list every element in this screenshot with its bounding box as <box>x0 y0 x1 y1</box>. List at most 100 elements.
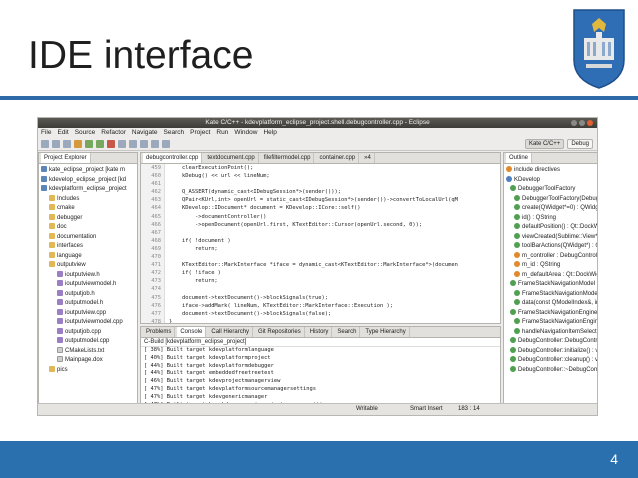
back-icon[interactable] <box>151 140 159 148</box>
menu-source[interactable]: Source <box>75 128 96 138</box>
tree-item[interactable]: outputjob.cpp <box>41 327 137 338</box>
perspective-debug-button[interactable]: Debug <box>567 139 593 149</box>
print-icon[interactable] <box>63 140 71 148</box>
tree-item[interactable]: doc <box>41 223 137 233</box>
code-line[interactable] <box>169 180 500 188</box>
tree-item[interactable]: ioutputviewmodel.cpp <box>41 318 137 328</box>
tab-container[interactable]: container.cpp <box>316 153 360 163</box>
outline-item[interactable]: DebugController::cleanup() : void <box>506 356 597 366</box>
tree-item[interactable]: ioutputviewmodel.h <box>41 280 137 290</box>
outline-item[interactable]: FrameStackNavigationEngine <box>506 308 597 319</box>
minimize-icon[interactable] <box>571 120 577 126</box>
menu-project[interactable]: Project <box>190 128 210 138</box>
tree-item[interactable]: outputjob.h <box>41 289 137 300</box>
tab-problems[interactable]: Problems <box>143 327 176 337</box>
outline-item[interactable]: create(QWidget*=0) : QWidget <box>506 204 597 214</box>
tab-filefiltermodel[interactable]: filefiltermodel.cpp <box>261 153 315 163</box>
outline-item[interactable]: data(const QModelIndex&, int= <box>506 299 597 309</box>
menu-file[interactable]: File <box>41 128 51 138</box>
code-line[interactable]: QPair<KUrl,int> openUrl = static_cast<ID… <box>169 196 500 204</box>
tree-item[interactable]: ioutputview.cpp <box>41 308 137 319</box>
code-line[interactable]: Q_ASSERT(dynamic_cast<IDebugSession*>(se… <box>169 188 500 196</box>
outline-item[interactable]: handleNavigationItemSelection <box>506 327 597 338</box>
tree-item[interactable]: outputmodel.cpp <box>41 337 137 347</box>
outline-item[interactable]: DebuggerToolFactory(DebugCo <box>506 194 597 205</box>
code-lines[interactable]: clearExecutionPoint(); kDebug() << url <… <box>165 164 500 323</box>
menu-edit[interactable]: Edit <box>57 128 68 138</box>
outline-item[interactable]: FrameStackNavigationModel <box>506 280 597 290</box>
tree-item[interactable]: CMakeLists.txt <box>41 346 137 357</box>
tree-item[interactable]: kate_eclipse_project [kate m <box>41 166 137 176</box>
code-line[interactable]: if( !iface ) <box>169 269 500 277</box>
menu-run[interactable]: Run <box>216 128 228 138</box>
code-line[interactable]: KTextEditor::MarkInterface *iface = dyna… <box>169 261 500 269</box>
menu-help[interactable]: Help <box>263 128 276 138</box>
outline-item[interactable]: m_defaultArea : Qt::DockWidge <box>506 270 597 281</box>
outline-item[interactable]: DebugController::initialize() : void <box>506 346 597 357</box>
tree-item[interactable]: documentation <box>41 232 137 243</box>
tab-outline[interactable]: Outline <box>506 153 533 163</box>
outline-item[interactable]: DebuggerToolFactory <box>506 185 597 195</box>
build-icon[interactable] <box>74 140 82 148</box>
save-icon[interactable] <box>52 140 60 148</box>
debug-icon[interactable] <box>85 140 93 148</box>
tree-item[interactable]: Mainpage.dox <box>41 356 137 366</box>
tab-call-hierarchy[interactable]: Call Hierarchy <box>208 327 254 337</box>
outline-item[interactable]: FrameStackNavigationEngine() <box>506 318 597 328</box>
tab-history[interactable]: History <box>307 327 333 337</box>
outline-item[interactable]: DebugController::~DebugControll <box>506 365 597 376</box>
tree-item[interactable]: outputmodel.h <box>41 299 137 309</box>
tab-debugcontroller[interactable]: debugcontroller.cpp <box>143 153 203 163</box>
code-line[interactable]: ->openDocument(openUrl.first, KTextEdito… <box>169 221 500 229</box>
code-line[interactable]: KDevelop::IDocument* document = KDevelop… <box>169 204 500 212</box>
tab-overflow[interactable]: »4 <box>361 153 375 163</box>
tree-item[interactable]: language <box>41 251 137 262</box>
perspective-kate-button[interactable]: Kate C/C++ <box>524 139 565 149</box>
maximize-icon[interactable] <box>579 120 585 126</box>
code-line[interactable]: if( !document ) <box>169 237 500 245</box>
code-line[interactable] <box>169 229 500 237</box>
new-icon[interactable] <box>41 140 49 148</box>
run-icon[interactable] <box>96 140 104 148</box>
code-line[interactable]: } <box>169 318 500 323</box>
code-line[interactable]: return; <box>169 277 500 285</box>
code-area[interactable]: 459 460 461 462 463 464 465 466 467 468 469 470 471 4… <box>141 164 500 323</box>
outline-item[interactable]: id() : QString <box>506 213 597 224</box>
tab-search[interactable]: Search <box>334 327 361 337</box>
tree-item[interactable]: pics <box>41 365 137 376</box>
tree-item[interactable]: kdevplatform_eclipse_project <box>41 185 137 195</box>
search-icon[interactable] <box>140 140 148 148</box>
close-icon[interactable] <box>587 120 593 126</box>
external-tools-icon[interactable] <box>107 140 115 148</box>
menu-search[interactable]: Search <box>164 128 185 138</box>
menu-navigate[interactable]: Navigate <box>132 128 158 138</box>
code-line[interactable]: iface->addMark( lineNum, KTextEditor::Ma… <box>169 302 500 310</box>
tree-item[interactable]: kdevelop_eclipse_project [kd <box>41 175 137 186</box>
tab-console[interactable]: Console <box>177 327 207 337</box>
code-line[interactable] <box>169 253 500 261</box>
outline-item[interactable]: m_controller : DebugController <box>506 251 597 262</box>
menu-window[interactable]: Window <box>234 128 257 138</box>
tab-textdocument[interactable]: textdocument.cpp <box>204 153 259 163</box>
code-line[interactable]: document->textDocument()->blockSignals(t… <box>169 294 500 302</box>
outline-item[interactable]: m_id : QString <box>506 261 597 271</box>
code-line[interactable]: document->textDocument()->blockSignals(f… <box>169 310 500 318</box>
outline-item[interactable]: include directives <box>506 166 597 176</box>
tree-item[interactable]: debugger <box>41 213 137 224</box>
tree-item[interactable]: cmake <box>41 204 137 214</box>
code-line[interactable]: return; <box>169 245 500 253</box>
forward-icon[interactable] <box>162 140 170 148</box>
code-line[interactable] <box>169 285 500 293</box>
code-line[interactable]: clearExecutionPoint(); <box>169 164 500 172</box>
tree-item[interactable]: ioutputview.h <box>41 270 137 281</box>
tree-item[interactable]: outputview <box>41 261 137 271</box>
outline-item[interactable]: defaultPosition() : Qt::DockWid <box>506 223 597 233</box>
tree-item[interactable]: Includes <box>41 194 137 205</box>
outline-item[interactable]: toolBarActions(QWidget*) : QLi <box>506 242 597 252</box>
tab-project-explorer[interactable]: Project Explorer <box>41 153 91 163</box>
menu-refactor[interactable]: Refactor <box>101 128 126 138</box>
tree-item[interactable]: interfaces <box>41 242 137 252</box>
outline-item[interactable]: viewCreated(Sublime::View*) : <box>506 232 597 243</box>
outline-item[interactable]: FrameStackNavigationModel(C <box>506 289 597 300</box>
console-output[interactable]: [ 38%] Built target kdevplatformlanguage… <box>141 347 500 404</box>
